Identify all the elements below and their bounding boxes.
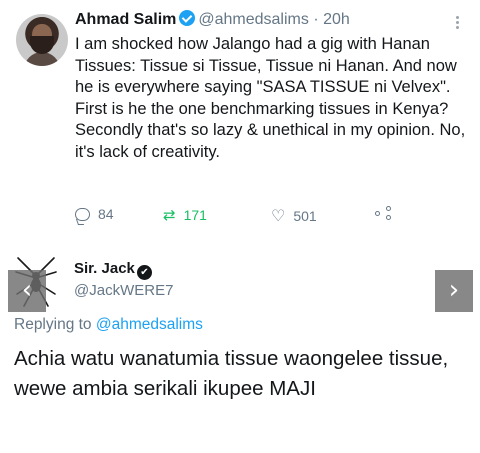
author-avatar[interactable]: [16, 14, 68, 66]
reply-button[interactable]: 84: [75, 206, 114, 222]
retweet-button[interactable]: ⇄ 171: [163, 206, 207, 224]
verified-badge-icon: [179, 10, 196, 26]
reply-text: Achia watu wanatumia tissue waongelee ti…: [14, 347, 449, 400]
more-icon[interactable]: [456, 16, 460, 30]
retweet-icon: ⇄: [163, 206, 176, 224]
retweet-count: 171: [183, 207, 207, 223]
previous-image-button[interactable]: ‹: [8, 270, 46, 312]
tweet-time[interactable]: 20h: [323, 11, 350, 28]
tweet-text: I am shocked how Jalango had a gig with …: [75, 35, 466, 161]
reply-count: 84: [98, 206, 114, 222]
replying-to-line: Replying to @ahmedsalims: [14, 316, 203, 334]
share-button[interactable]: [375, 206, 391, 220]
dark-badge-icon: ✔: [136, 265, 152, 280]
reply-tweet[interactable]: Sir. Jack ✔ @JackWERE7 Replying to @ahmed…: [0, 240, 480, 453]
heart-icon: ♡: [271, 206, 286, 225]
share-icon: [375, 206, 391, 220]
author-name[interactable]: Ahmad Salim: [75, 11, 176, 28]
replying-label: Replying to: [14, 316, 92, 333]
tweet-actions: 84 ⇄ 171 ♡ 501: [75, 206, 405, 228]
reply-icon: [75, 207, 90, 221]
original-tweet[interactable]: Ahmad Salim @ahmedsalims · 20h I am shock…: [0, 0, 480, 240]
like-button[interactable]: ♡ 501: [271, 206, 317, 225]
replying-to-mention[interactable]: @ahmedsalims: [96, 316, 203, 333]
next-image-button[interactable]: ›: [435, 270, 473, 312]
like-count: 501: [293, 207, 317, 224]
reply-author-handle[interactable]: @JackWERE7: [74, 282, 173, 299]
header-separator: ·: [313, 11, 319, 28]
tweet-header: Ahmad Salim @ahmedsalims · 20h: [75, 10, 350, 29]
reply-author-name[interactable]: Sir. Jack ✔: [74, 260, 152, 280]
author-handle[interactable]: @ahmedsalims: [198, 11, 309, 28]
